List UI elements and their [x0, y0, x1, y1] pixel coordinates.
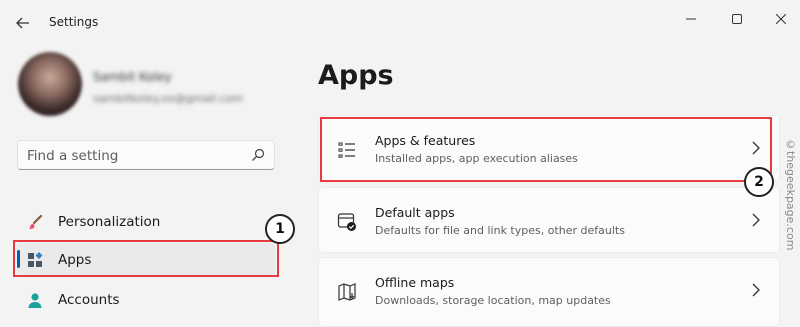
step-badge-1: 1	[265, 214, 295, 244]
map-icon	[338, 283, 356, 301]
highlight-box-apps-features	[320, 117, 772, 182]
paint-brush-icon	[27, 214, 43, 230]
card-offline-maps[interactable]: Offline maps Downloads, storage location…	[318, 257, 780, 327]
highlight-box-apps	[13, 240, 279, 277]
chevron-right-icon	[752, 213, 760, 227]
sidebar-item-personalization[interactable]: Personalization	[17, 205, 275, 239]
default-apps-icon	[337, 213, 356, 231]
sidebar-item-label: Accounts	[58, 292, 120, 308]
card-title: Default apps	[375, 205, 455, 220]
sidebar-item-accounts[interactable]: Accounts	[17, 283, 275, 317]
profile-name: Sambit Koley	[93, 70, 172, 84]
person-icon	[27, 292, 43, 308]
back-button[interactable]	[10, 12, 36, 34]
card-description: Defaults for file and link types, other …	[375, 224, 625, 237]
search-icon[interactable]	[251, 148, 265, 162]
page-title: Apps	[318, 60, 394, 91]
maximize-icon	[732, 14, 742, 24]
card-description: Downloads, storage location, map updates	[375, 294, 611, 307]
arrow-left-icon	[16, 17, 29, 29]
profile-email: sambitkoley.xx@gmail.com	[93, 92, 244, 105]
step-badge-2: 2	[744, 167, 774, 197]
close-button[interactable]	[770, 8, 792, 30]
search-input[interactable]: Find a setting	[17, 140, 275, 170]
watermark: ©thegeekpage.com	[784, 138, 797, 251]
avatar[interactable]	[18, 52, 82, 116]
maximize-button[interactable]	[726, 8, 748, 30]
sidebar-item-label: Personalization	[58, 214, 161, 230]
card-title: Offline maps	[375, 275, 455, 290]
search-placeholder: Find a setting	[27, 148, 119, 164]
window-title: Settings	[49, 15, 99, 29]
minimize-icon	[686, 18, 696, 20]
minimize-button[interactable]	[680, 8, 702, 30]
chevron-right-icon	[752, 283, 760, 297]
close-icon	[776, 14, 786, 24]
card-default-apps[interactable]: Default apps Defaults for file and link …	[318, 187, 780, 253]
